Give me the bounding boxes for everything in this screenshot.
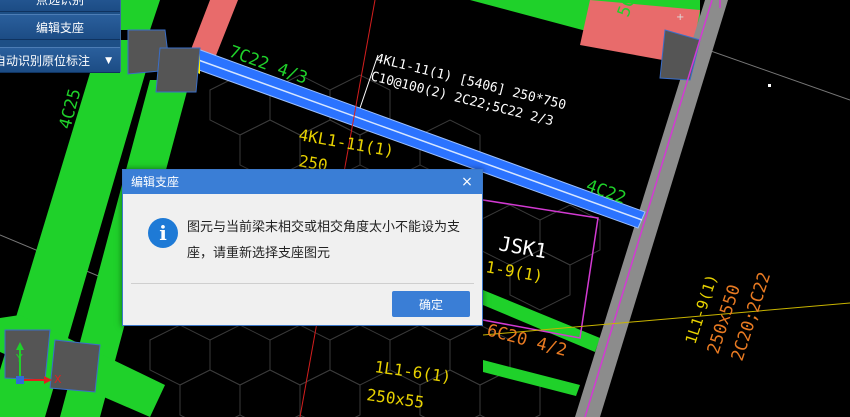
auto-recognize-label: 自动识别原位标注 [0, 54, 91, 68]
dialog-title: 编辑支座 [131, 175, 180, 189]
dropdown-arrow-icon[interactable]: ▼ [105, 48, 112, 72]
label-1l1-61: 1L1-6(1) [373, 357, 452, 387]
edit-support-dialog: 编辑支座 × i 图元与当前梁末相交或相交角度太小不能设为支座，请重新选择支座图… [122, 169, 483, 326]
ok-button[interactable]: 确定 [392, 291, 470, 317]
tool-panel: 点选识别 编辑支座 自动识别原位标注 ▼ [0, 0, 121, 73]
axis-origin [16, 376, 24, 384]
auto-recognize-annotation-button[interactable]: 自动识别原位标注 ▼ [0, 47, 120, 73]
label-jsk1: JSK1 [497, 231, 549, 263]
dialog-titlebar[interactable]: 编辑支座 × [123, 170, 482, 194]
column-block[interactable] [4, 329, 51, 381]
info-icon: i [148, 218, 178, 248]
dot-marker [768, 84, 771, 87]
green-beam[interactable] [483, 360, 580, 396]
y-axis-label: Y [15, 352, 23, 365]
dialog-divider [131, 283, 474, 284]
point-recognize-button[interactable]: 点选识别 [0, 0, 120, 12]
column-block[interactable] [155, 47, 201, 93]
plus-marker: + [676, 12, 684, 23]
x-axis-label: X [54, 373, 62, 386]
dialog-message: 图元与当前梁末相交或相交角度太小不能设为支座，请重新选择支座图元 [187, 220, 461, 261]
green-beam[interactable] [120, 0, 160, 30]
edit-support-button[interactable]: 编辑支座 [0, 14, 120, 40]
close-icon[interactable]: × [460, 170, 474, 194]
label-1l1-61-size: 250x55 [365, 385, 425, 412]
